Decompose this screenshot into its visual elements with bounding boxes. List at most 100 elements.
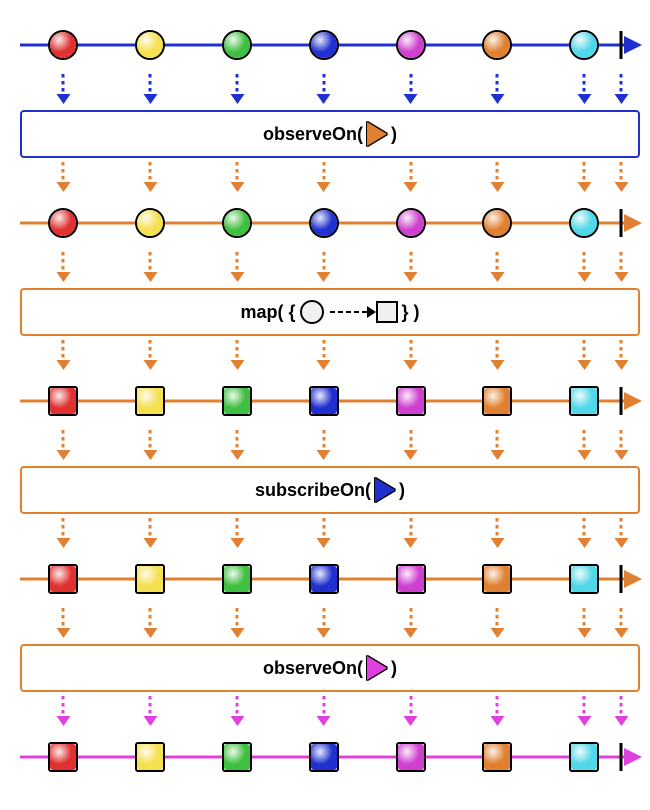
timeline <box>20 20 640 70</box>
marble <box>48 208 78 238</box>
flow-arrow-icon <box>496 162 499 186</box>
flow-arrows <box>20 344 640 372</box>
marble <box>482 386 512 416</box>
marble <box>309 208 339 238</box>
flow-arrows <box>20 700 640 728</box>
marble <box>569 564 599 594</box>
marble <box>48 742 78 772</box>
timeline-arrow-icon <box>624 36 642 54</box>
flow-arrow-icon <box>583 430 586 454</box>
flow-arrow-icon <box>583 696 586 720</box>
timeline-arrow-icon <box>624 748 642 766</box>
marble <box>569 30 599 60</box>
marble <box>396 208 426 238</box>
marble <box>48 386 78 416</box>
dashed-arrow-icon <box>330 311 370 313</box>
marble <box>482 742 512 772</box>
flow-arrow-icon <box>149 252 152 276</box>
operator-label-post: } ) <box>402 302 420 323</box>
flow-arrow-icon <box>409 608 412 632</box>
marble <box>396 386 426 416</box>
triangle-icon <box>367 122 387 146</box>
marble <box>222 742 252 772</box>
marble <box>48 564 78 594</box>
timeline-arrow-icon <box>624 570 642 588</box>
complete-tick <box>620 209 623 237</box>
operator-label-post: ) <box>399 480 405 501</box>
operator-label-pre: subscribeOn( <box>255 480 371 501</box>
flow-arrow-icon <box>322 608 325 632</box>
flow-arrow-icon <box>236 518 239 542</box>
flow-arrow-icon <box>620 162 623 186</box>
flow-arrow-icon <box>496 696 499 720</box>
marble <box>222 30 252 60</box>
timeline <box>20 376 640 426</box>
operator-box: observeOn() <box>20 644 640 692</box>
flow-arrow-icon <box>583 74 586 98</box>
flow-arrow-icon <box>149 74 152 98</box>
complete-tick <box>620 743 623 771</box>
marble <box>569 208 599 238</box>
flow-arrows <box>20 256 640 284</box>
flow-arrow-icon <box>322 340 325 364</box>
marble <box>569 386 599 416</box>
flow-arrow-icon <box>322 696 325 720</box>
flow-arrow-icon <box>409 74 412 98</box>
flow-arrow-icon <box>409 252 412 276</box>
flow-arrow-icon <box>583 340 586 364</box>
flow-arrow-icon <box>236 608 239 632</box>
timeline-arrow-icon <box>624 214 642 232</box>
flow-arrow-icon <box>62 340 65 364</box>
flow-arrow-icon <box>149 162 152 186</box>
timeline <box>20 554 640 604</box>
flow-arrow-icon <box>620 252 623 276</box>
marble <box>309 386 339 416</box>
marble <box>482 208 512 238</box>
complete-tick <box>620 387 623 415</box>
flow-arrow-icon <box>620 340 623 364</box>
flow-arrow-icon <box>409 518 412 542</box>
flow-arrow-icon <box>62 252 65 276</box>
marble <box>222 564 252 594</box>
operator-label-pre: observeOn( <box>263 124 363 145</box>
operator-box: observeOn() <box>20 110 640 158</box>
flow-arrow-icon <box>620 74 623 98</box>
flow-arrow-icon <box>496 518 499 542</box>
flow-arrow-icon <box>583 608 586 632</box>
flow-arrow-icon <box>583 162 586 186</box>
flow-arrow-icon <box>620 518 623 542</box>
marble <box>309 742 339 772</box>
marble-diagram: observeOn()map( {} )subscribeOn()observe… <box>20 20 640 782</box>
flow-arrow-icon <box>496 608 499 632</box>
flow-arrow-icon <box>236 252 239 276</box>
flow-arrow-icon <box>620 430 623 454</box>
flow-arrow-icon <box>409 430 412 454</box>
marble <box>309 564 339 594</box>
flow-arrows <box>20 612 640 640</box>
flow-arrow-icon <box>322 430 325 454</box>
flow-arrows <box>20 166 640 194</box>
flow-arrow-icon <box>62 162 65 186</box>
marble <box>135 564 165 594</box>
flow-arrow-icon <box>496 340 499 364</box>
flow-arrow-icon <box>62 518 65 542</box>
marble <box>48 30 78 60</box>
flow-arrow-icon <box>149 696 152 720</box>
flow-arrow-icon <box>583 252 586 276</box>
marble <box>482 564 512 594</box>
flow-arrow-icon <box>322 162 325 186</box>
flow-arrow-icon <box>149 430 152 454</box>
marble <box>309 30 339 60</box>
triangle-icon <box>367 656 387 680</box>
flow-arrow-icon <box>236 340 239 364</box>
marble <box>396 30 426 60</box>
complete-tick <box>620 565 623 593</box>
flow-arrow-icon <box>409 340 412 364</box>
flow-arrow-icon <box>62 430 65 454</box>
marble <box>222 386 252 416</box>
flow-arrow-icon <box>583 518 586 542</box>
flow-arrow-icon <box>409 162 412 186</box>
triangle-icon <box>375 478 395 502</box>
operator-label-post: ) <box>391 658 397 679</box>
flow-arrow-icon <box>236 430 239 454</box>
